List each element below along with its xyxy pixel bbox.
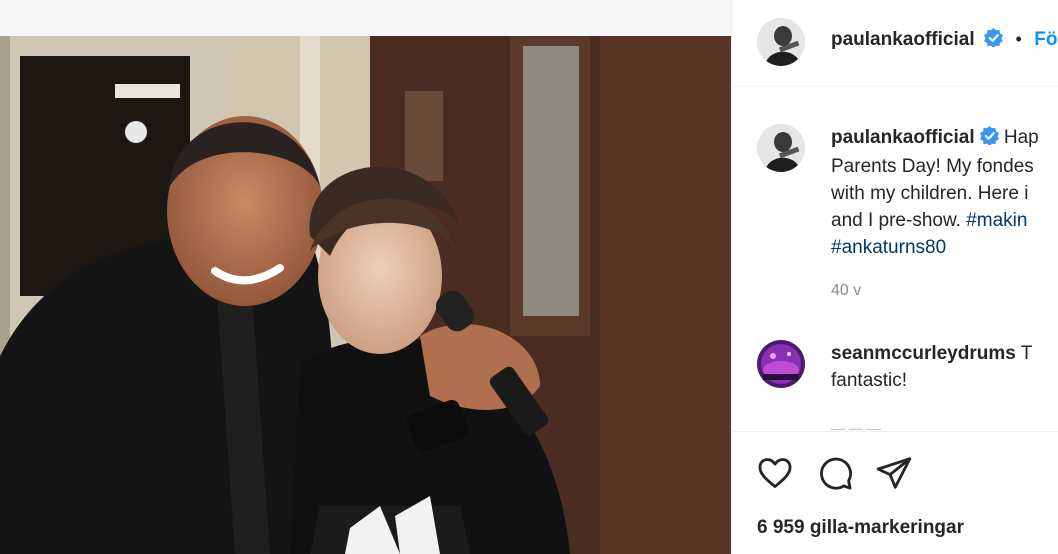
- caption-line-5: #ankaturns80: [831, 234, 1058, 261]
- caption-username[interactable]: paulankaofficial: [831, 127, 975, 148]
- commenter-avatar-image: [757, 340, 805, 388]
- comment-text-start: T: [1020, 343, 1033, 364]
- caption-line-2: Parents Day! My fondes: [831, 156, 1034, 177]
- verified-badge-icon: [984, 28, 1004, 52]
- heart-icon: [758, 458, 792, 488]
- comment-icon: [820, 457, 852, 490]
- caption-timestamp[interactable]: 40 v: [831, 282, 861, 300]
- likes-count[interactable]: 6 959 gilla-markeringar: [757, 517, 964, 539]
- caption-line-1: paulankaofficial Hap: [831, 124, 1058, 153]
- header-line: paulankaofficial • Fö: [831, 28, 1058, 52]
- hashtag-ankaturns80[interactable]: #ankaturns80: [831, 237, 946, 258]
- like-button[interactable]: [756, 454, 796, 494]
- commenter-username[interactable]: seanmccurleydrums: [831, 343, 1016, 364]
- caption-line-3: with my children. Here i: [831, 183, 1029, 204]
- paper-plane-icon: [876, 457, 912, 489]
- post-photo-image: [0, 36, 731, 554]
- post-sidebar: paulankaofficial • Fö paulankaofficial H…: [731, 0, 1058, 554]
- commenter-avatar[interactable]: [757, 340, 805, 388]
- comment-line-1: seanmccurleydrums T: [831, 340, 1058, 367]
- caption-avatar[interactable]: [757, 124, 805, 172]
- separator-dot: •: [1015, 29, 1022, 49]
- hashtag-makin[interactable]: #makin: [966, 210, 1027, 231]
- top-strip: [0, 0, 731, 36]
- caption-text-line-1: Hap: [1003, 127, 1039, 148]
- caption-line-4-text: and I pre-show.: [831, 210, 967, 231]
- author-username[interactable]: paulankaofficial: [831, 29, 975, 50]
- caption-line-4: and I pre-show. #makin: [831, 207, 1058, 234]
- comment-text: seanmccurleydrums T fantastic!: [831, 340, 1058, 394]
- comment-line-2: fantastic!: [831, 370, 908, 391]
- caption-avatar-image: [757, 124, 805, 172]
- follow-button[interactable]: Fö: [1034, 29, 1057, 50]
- comment-button[interactable]: [816, 454, 856, 494]
- verified-badge-icon: [979, 126, 999, 153]
- post-photo[interactable]: [0, 36, 731, 554]
- comment-item: seanmccurleydrums T fantastic!: [732, 340, 1058, 420]
- comments-area[interactable]: paulankaofficial Hap Parents Day! My fon…: [732, 87, 1058, 430]
- caption-text: paulankaofficial Hap Parents Day! My fon…: [831, 124, 1058, 261]
- post-header: paulankaofficial • Fö: [732, 0, 1058, 87]
- author-avatar[interactable]: [757, 18, 805, 66]
- author-avatar-image: [757, 18, 805, 66]
- comment-meta-faded: ▬ ▬ ▬: [831, 420, 881, 430]
- action-bar: 6 959 gilla-markeringar: [732, 431, 1058, 554]
- caption-comment: paulankaofficial Hap Parents Day! My fon…: [732, 124, 1058, 324]
- share-button[interactable]: [875, 454, 915, 494]
